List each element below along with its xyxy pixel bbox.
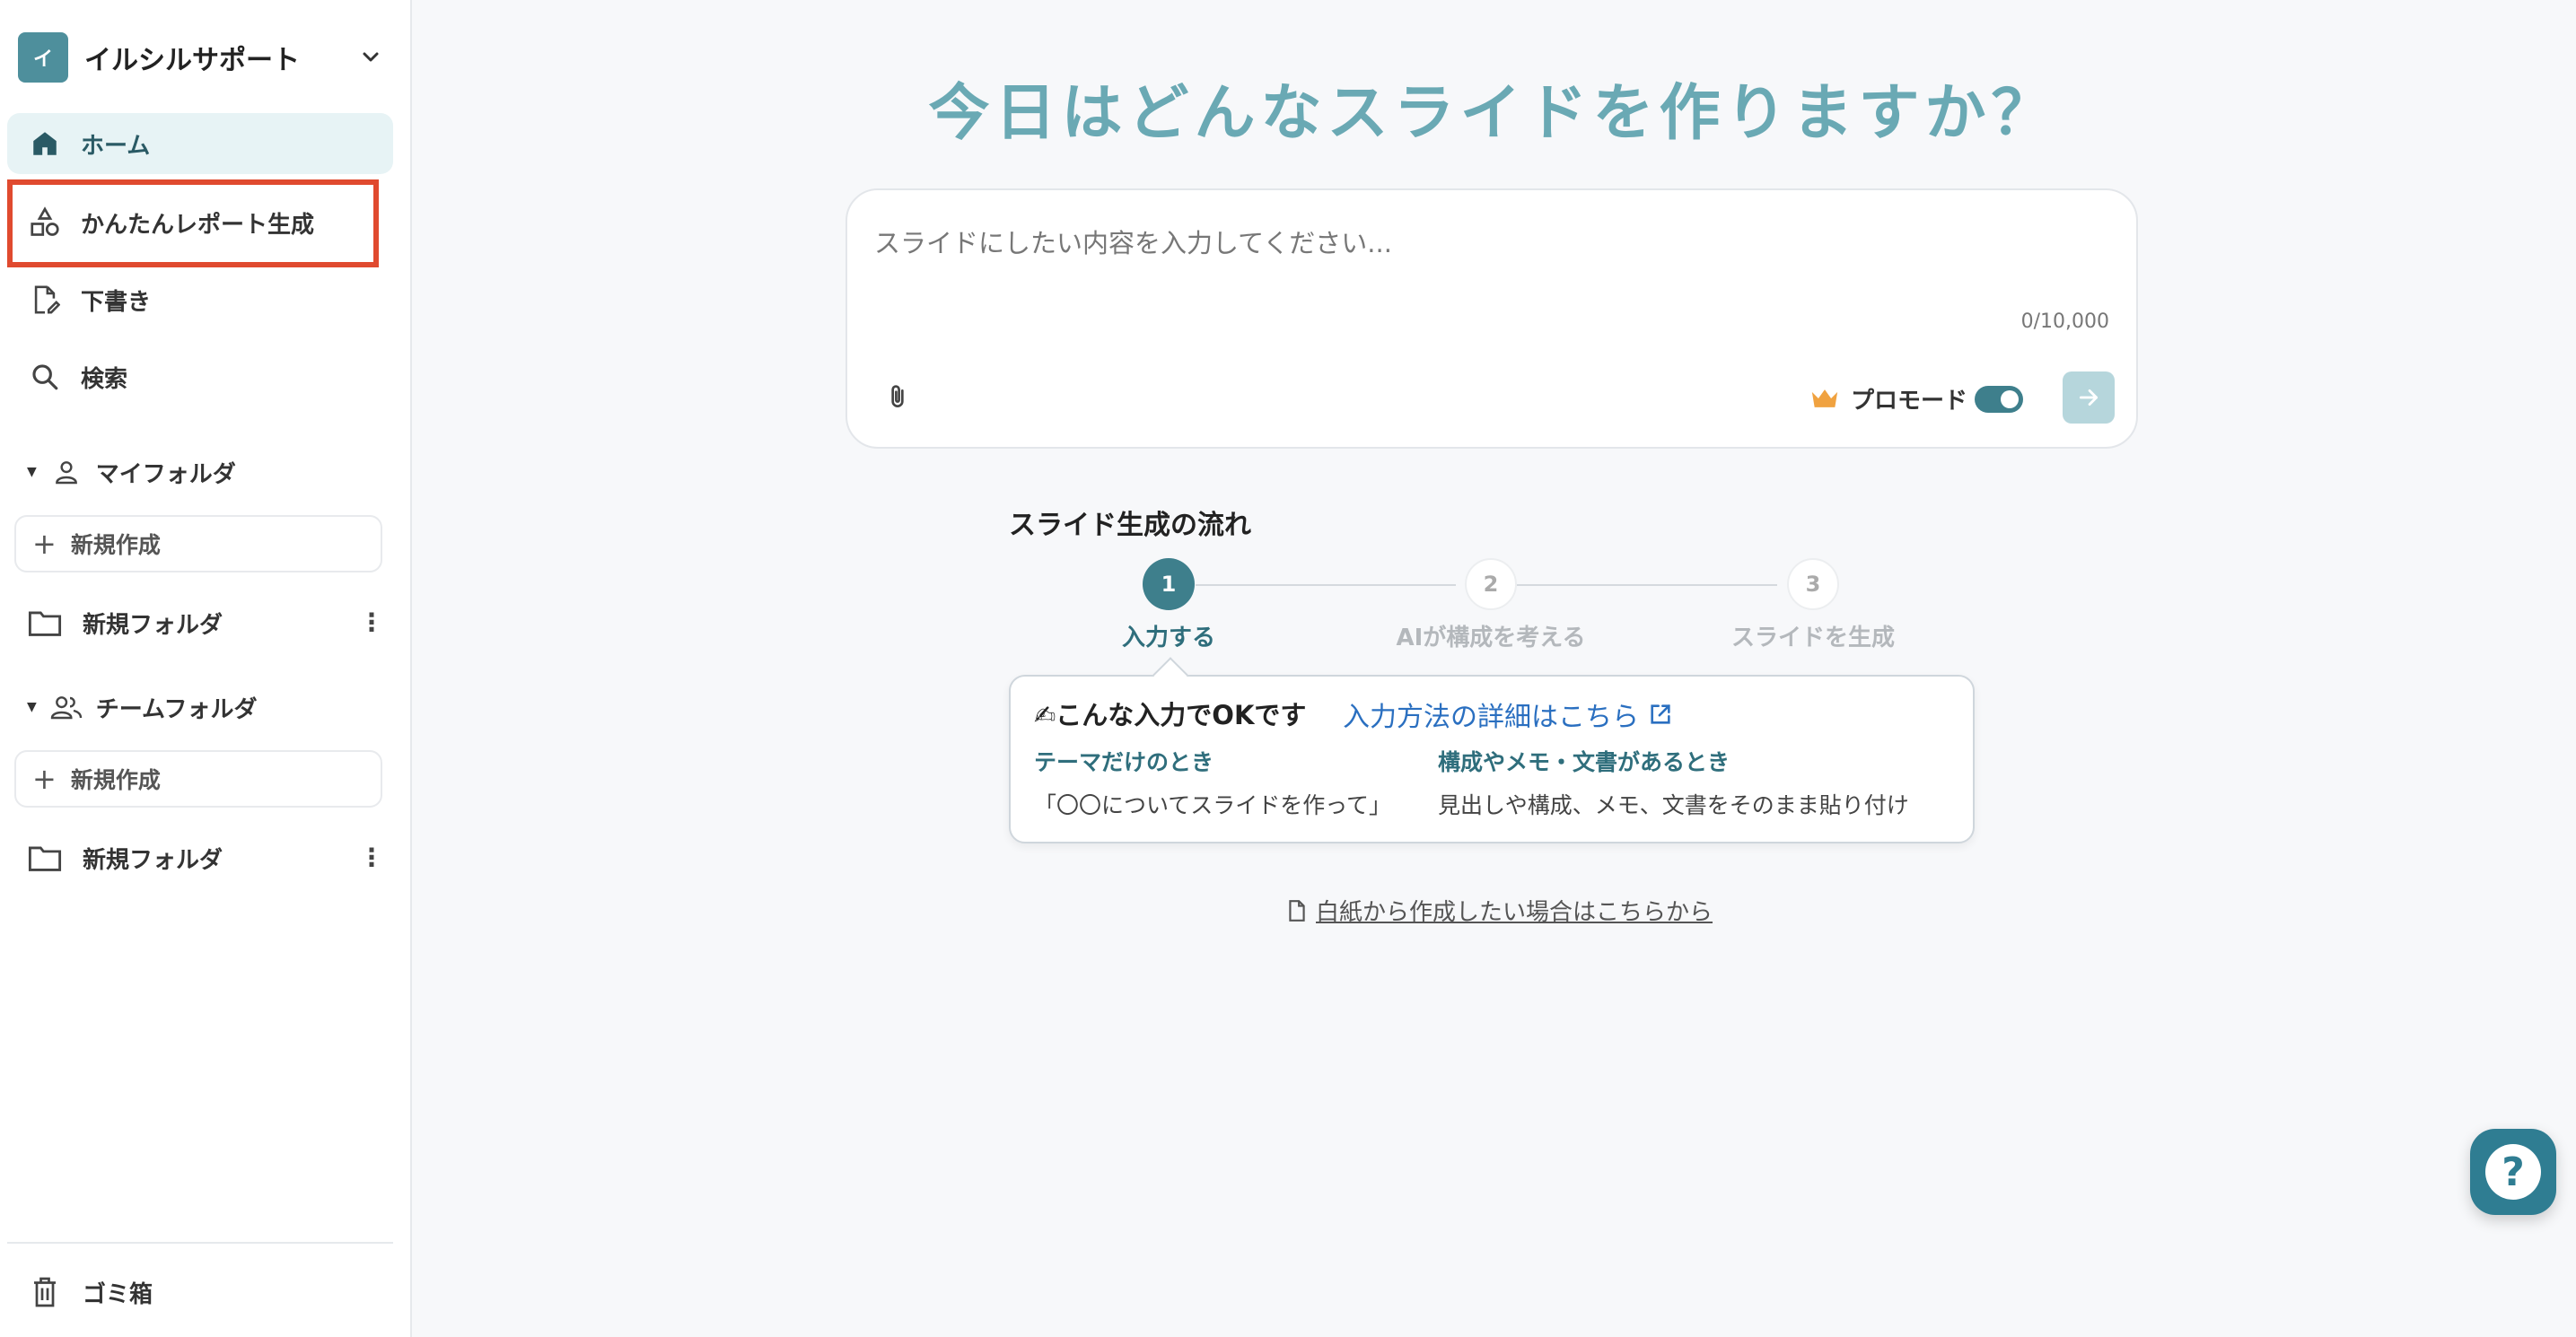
- users-icon: [49, 690, 83, 724]
- nav-home[interactable]: ホーム: [7, 113, 393, 174]
- folder-icon: [27, 605, 63, 641]
- step-1-label: 入力する: [1121, 625, 1215, 651]
- pro-mode-toggle[interactable]: [1975, 386, 2023, 413]
- my-folder-new-label: 新規作成: [70, 532, 161, 558]
- prompt-input[interactable]: スライドにしたい内容を入力してください...: [874, 223, 1392, 260]
- char-counter: 0/10,000: [2020, 310, 2109, 333]
- arrow-right-icon: [2079, 389, 2098, 406]
- page-title: 今日はどんなスライドを作りますか？: [928, 78, 2058, 149]
- home-icon: [27, 126, 63, 162]
- workspace-switcher[interactable]: イ イルシルサポート: [18, 32, 384, 83]
- folder-item[interactable]: 新規フォルダ ⋮: [27, 598, 384, 648]
- caret-down-icon: ▼: [27, 465, 37, 479]
- team-folder-title: チームフォルダ: [95, 695, 258, 723]
- folder-icon: [27, 840, 63, 876]
- step-1-circle: 1: [1143, 558, 1195, 610]
- flow-title: スライド生成の流れ: [1009, 510, 1251, 541]
- blank-create-link[interactable]: 白紙から作成したい場合はこちらから: [1287, 894, 1713, 927]
- prompt-input-card[interactable]: スライドにしたい内容を入力してください... 0/10,000 プロモード: [846, 188, 2138, 449]
- sidebar: イ イルシルサポート ホーム かんたんレポート生成 下書き 検索 ▼ マイフォル…: [0, 0, 412, 1337]
- folder-name: 新規フォルダ: [83, 846, 223, 874]
- my-folder-title: マイフォルダ: [95, 460, 236, 488]
- tip-col1-text: 「〇〇についてスライドを作って」: [1034, 792, 1392, 818]
- team-folder-new-button[interactable]: + 新規作成: [14, 750, 382, 808]
- tip-col2-text: 見出しや構成、メモ、文書をそのまま貼り付け: [1438, 792, 1909, 818]
- caret-down-icon: ▼: [27, 700, 37, 714]
- pro-mode: プロモード: [1809, 380, 1967, 416]
- plus-icon: +: [32, 527, 57, 561]
- highlight-box: [7, 179, 379, 267]
- input-help-link-text[interactable]: 入力方法の詳細はこちら: [1343, 695, 1639, 734]
- tip-col2-title: 構成やメモ・文書があるとき: [1438, 749, 1730, 775]
- input-tip-card: ✍こんな入力でOKです 入力方法の詳細はこちら テーマだけのとき 構成やメモ・文…: [1009, 675, 1975, 843]
- workspace-avatar: イ: [18, 32, 68, 83]
- my-folder-header[interactable]: ▼ マイフォルダ: [27, 452, 236, 492]
- step-3-circle: 3: [1787, 558, 1839, 610]
- nav-trash[interactable]: ゴミ箱: [27, 1267, 153, 1317]
- nav-drafts[interactable]: 下書き: [7, 269, 393, 330]
- chevron-down-icon[interactable]: [357, 44, 384, 71]
- tip-heading: ✍こんな入力でOKです: [1034, 700, 1307, 730]
- nav-home-label: ホーム: [81, 132, 151, 160]
- folder-name: 新規フォルダ: [83, 611, 223, 639]
- trash-icon: [27, 1274, 63, 1310]
- step-connector: [1517, 584, 1777, 586]
- more-vertical-icon[interactable]: ⋮: [359, 845, 384, 870]
- external-link-icon: [1648, 702, 1673, 727]
- nav-search-label: 検索: [81, 365, 128, 393]
- step-2-circle: 2: [1465, 558, 1517, 610]
- more-vertical-icon[interactable]: ⋮: [359, 610, 384, 635]
- user-icon: [49, 455, 83, 489]
- step-3-label: スライドを生成: [1730, 625, 1895, 651]
- step-connector: [1196, 584, 1456, 586]
- help-button[interactable]: ?: [2470, 1129, 2556, 1215]
- question-icon: ?: [2485, 1144, 2541, 1200]
- pro-mode-label: プロモード: [1851, 387, 1968, 415]
- draft-icon: [27, 282, 63, 318]
- paperclip-icon[interactable]: [883, 380, 919, 416]
- trash-label: ゴミ箱: [83, 1280, 153, 1308]
- tip-col1-title: テーマだけのとき: [1034, 749, 1214, 775]
- workspace-name: イルシルサポート: [84, 45, 300, 76]
- search-icon: [27, 359, 63, 395]
- crown-icon: [1809, 385, 1840, 412]
- document-icon: [1287, 899, 1307, 922]
- plus-icon: +: [32, 762, 57, 796]
- team-folder-header[interactable]: ▼ チームフォルダ: [27, 687, 257, 727]
- step-2-label: AIが構成を考える: [1396, 625, 1586, 651]
- blank-create-link-text[interactable]: 白紙から作成したい場合はこちらから: [1316, 894, 1713, 927]
- send-button[interactable]: [2063, 371, 2115, 424]
- team-folder-new-label: 新規作成: [70, 767, 161, 793]
- my-folder-new-button[interactable]: + 新規作成: [14, 515, 382, 572]
- input-help-link[interactable]: 入力方法の詳細はこちら: [1343, 695, 1673, 734]
- folder-item[interactable]: 新規フォルダ ⋮: [27, 833, 384, 883]
- nav-search[interactable]: 検索: [7, 346, 393, 407]
- sidebar-divider: [7, 1242, 393, 1244]
- nav-drafts-label: 下書き: [81, 288, 152, 316]
